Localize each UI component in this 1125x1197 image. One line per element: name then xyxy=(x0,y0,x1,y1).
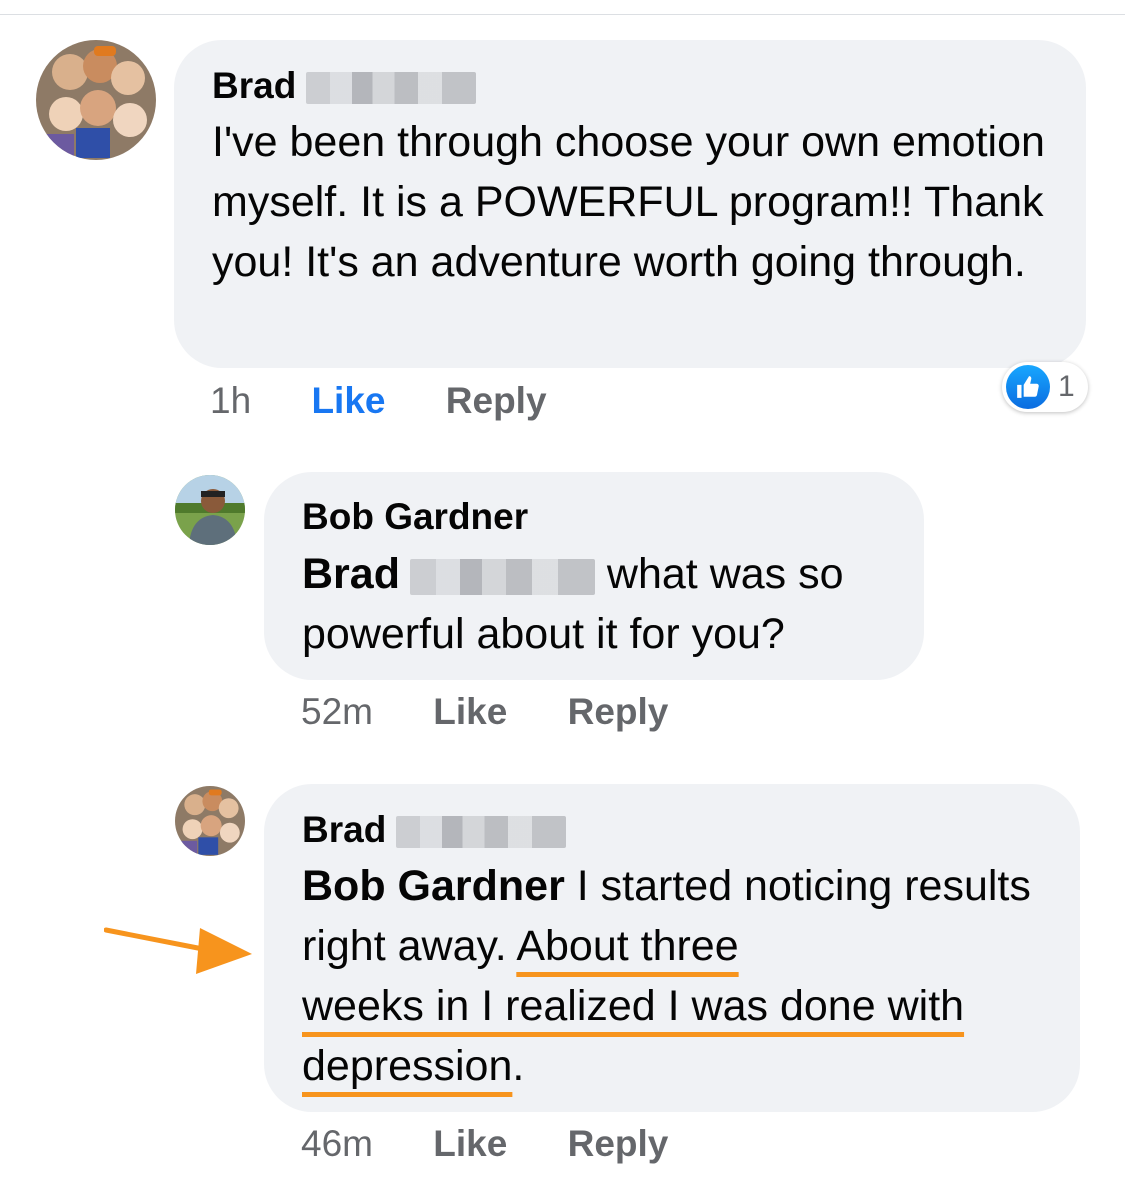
mention-tag[interactable]: Bob Gardner xyxy=(302,862,565,910)
avatar[interactable] xyxy=(36,40,156,160)
comment-author[interactable]: Brad xyxy=(212,66,477,106)
comment-text: Brad what was so powerful about it for y… xyxy=(302,550,844,658)
highlighted-text: depression xyxy=(302,1042,513,1090)
reaction-count: 1 xyxy=(1058,370,1075,403)
comment-bubble: Brad Bob Gardner I started noticing resu… xyxy=(264,784,1080,1112)
reaction-summary[interactable]: 1 xyxy=(1002,362,1088,412)
comment-timestamp: 1h xyxy=(210,380,252,421)
blurred-surname xyxy=(396,816,567,849)
comment-timestamp: 46m xyxy=(301,1123,373,1164)
avatar[interactable] xyxy=(175,475,245,545)
comment-text: I've been through choose your own emotio… xyxy=(212,118,1045,286)
like-button[interactable]: Like xyxy=(433,692,507,732)
comment-actions: 1h Like Reply xyxy=(210,381,547,421)
like-button[interactable]: Like xyxy=(433,1124,507,1164)
highlighted-text: weeks in I realized I was done with xyxy=(302,982,965,1030)
comment-actions: 46m Like Reply xyxy=(301,1124,668,1164)
reply-button[interactable]: Reply xyxy=(446,381,547,421)
arrow-right-icon xyxy=(104,927,252,974)
reply-button[interactable]: Reply xyxy=(568,692,669,732)
highlighted-text: About three xyxy=(516,922,739,970)
comment-author[interactable]: Brad xyxy=(302,810,567,850)
mention-tag[interactable]: Brad xyxy=(302,550,595,598)
comment-bubble: Brad I've been through choose your own e… xyxy=(174,40,1086,368)
like-button[interactable]: Like xyxy=(311,381,385,421)
avatar[interactable] xyxy=(175,786,245,856)
top-divider xyxy=(0,14,1125,15)
comment-bubble: Bob Gardner Brad what was so powerful ab… xyxy=(264,472,924,680)
comment-text: Bob Gardner I started noticing results r… xyxy=(302,862,1031,1090)
blurred-surname xyxy=(306,72,477,105)
comment-author[interactable]: Bob Gardner xyxy=(302,497,528,537)
reply-button[interactable]: Reply xyxy=(568,1124,669,1164)
comment-timestamp: 52m xyxy=(301,691,373,732)
blurred-surname xyxy=(409,558,595,595)
comment-actions: 52m Like Reply xyxy=(301,692,668,732)
thumbs-up-icon xyxy=(1006,365,1050,409)
